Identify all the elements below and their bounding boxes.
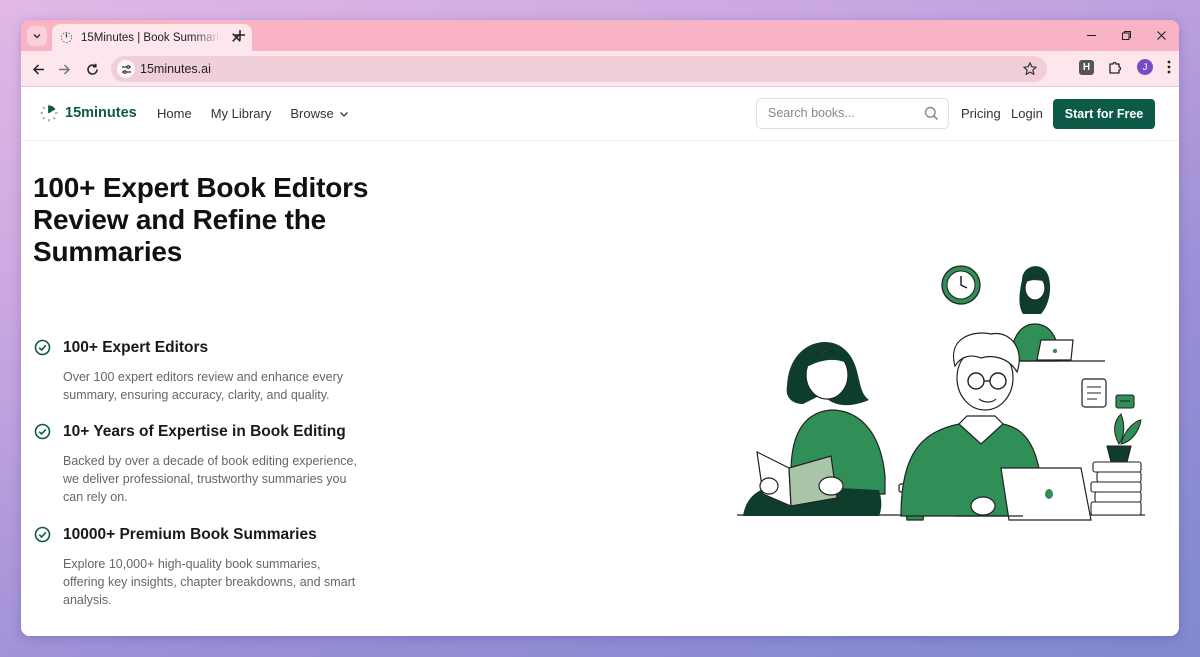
chevron-down-icon — [33, 33, 41, 39]
nav-browse[interactable]: Browse — [290, 106, 348, 121]
close-icon — [1157, 31, 1166, 40]
check-circle-icon — [34, 423, 51, 440]
login-link[interactable]: Login — [1011, 106, 1043, 121]
arrow-left-icon — [32, 63, 44, 75]
restore-button[interactable] — [1109, 20, 1144, 51]
extension-h-button[interactable]: H — [1079, 59, 1094, 75]
nav-my-library[interactable]: My Library — [211, 106, 272, 121]
forward-button[interactable] — [55, 60, 73, 78]
nav-browse-label: Browse — [290, 106, 334, 121]
feature-title: 100+ Expert Editors — [63, 339, 209, 356]
pricing-link[interactable]: Pricing — [961, 106, 1001, 121]
minimize-button[interactable] — [1074, 20, 1109, 51]
check-circle-icon — [34, 339, 51, 356]
logo-clock-icon — [40, 104, 58, 122]
reload-icon — [86, 63, 98, 75]
bookmark-star-icon[interactable] — [1022, 61, 1038, 77]
tab-title: 15Minutes | Book Summaries & Analysis — [81, 31, 221, 44]
feature-title: 10000+ Premium Book Summaries — [63, 526, 317, 543]
web-page: 15minutes Home My Library Browse Pricing… — [21, 87, 1179, 636]
main-nav: Home My Library Browse — [157, 106, 349, 121]
arrow-right-icon — [58, 63, 70, 75]
reload-button[interactable] — [83, 60, 101, 78]
logo-text: 15minutes — [65, 105, 137, 121]
close-window-button[interactable] — [1144, 20, 1179, 51]
feature-description: Over 100 expert editors review and enhan… — [63, 370, 344, 402]
feature-description: Explore 10,000+ high-quality book summar… — [63, 557, 356, 607]
chevron-down-icon — [339, 111, 348, 117]
nav-home[interactable]: Home — [157, 106, 192, 121]
site-logo[interactable]: 15minutes — [39, 103, 137, 123]
profile-avatar[interactable]: J — [1137, 59, 1153, 75]
woman-at-desk-figure — [1007, 266, 1105, 362]
back-button[interactable] — [29, 60, 47, 78]
wall-clock-icon — [941, 265, 981, 305]
tune-icon — [121, 64, 131, 74]
start-for-free-button[interactable]: Start for Free — [1053, 99, 1155, 129]
restore-icon — [1122, 31, 1131, 40]
favicon-icon — [60, 31, 73, 44]
url-text: 15minutes.ai — [140, 62, 211, 76]
new-tab-icon[interactable] — [233, 28, 247, 42]
feature-title: 10+ Years of Expertise in Book Editing — [63, 423, 346, 440]
hero-title: 100+ Expert Book Editors Review and Refi… — [33, 172, 369, 267]
site-header: 15minutes Home My Library Browse Pricing… — [21, 87, 1179, 141]
search-icon[interactable] — [924, 106, 939, 121]
tab-bar: 15Minutes | Book Summaries & Analysis — [21, 20, 1179, 51]
tab-search-button[interactable] — [27, 26, 47, 46]
feature-description: Backed by over a decade of book editing … — [63, 454, 357, 504]
browser-toolbar: 15minutes.ai H J — [21, 51, 1179, 87]
check-circle-icon — [34, 526, 51, 543]
site-info-button[interactable] — [117, 60, 135, 78]
reading-woman-figure — [743, 342, 886, 516]
minimize-icon — [1087, 34, 1096, 37]
search-input[interactable] — [768, 106, 918, 120]
extensions-puzzle-icon[interactable] — [1108, 60, 1123, 75]
plant-on-books-icon — [1090, 413, 1142, 516]
more-menu-icon[interactable] — [1167, 60, 1171, 74]
hero-illustration — [737, 265, 1145, 521]
browser-tab[interactable]: 15Minutes | Book Summaries & Analysis — [52, 24, 252, 51]
search-box — [756, 98, 949, 129]
browser-window: 15Minutes | Book Summaries & Analysis 15… — [21, 20, 1179, 636]
address-bar[interactable]: 15minutes.ai — [111, 56, 1047, 82]
document-icon — [1081, 378, 1135, 409]
